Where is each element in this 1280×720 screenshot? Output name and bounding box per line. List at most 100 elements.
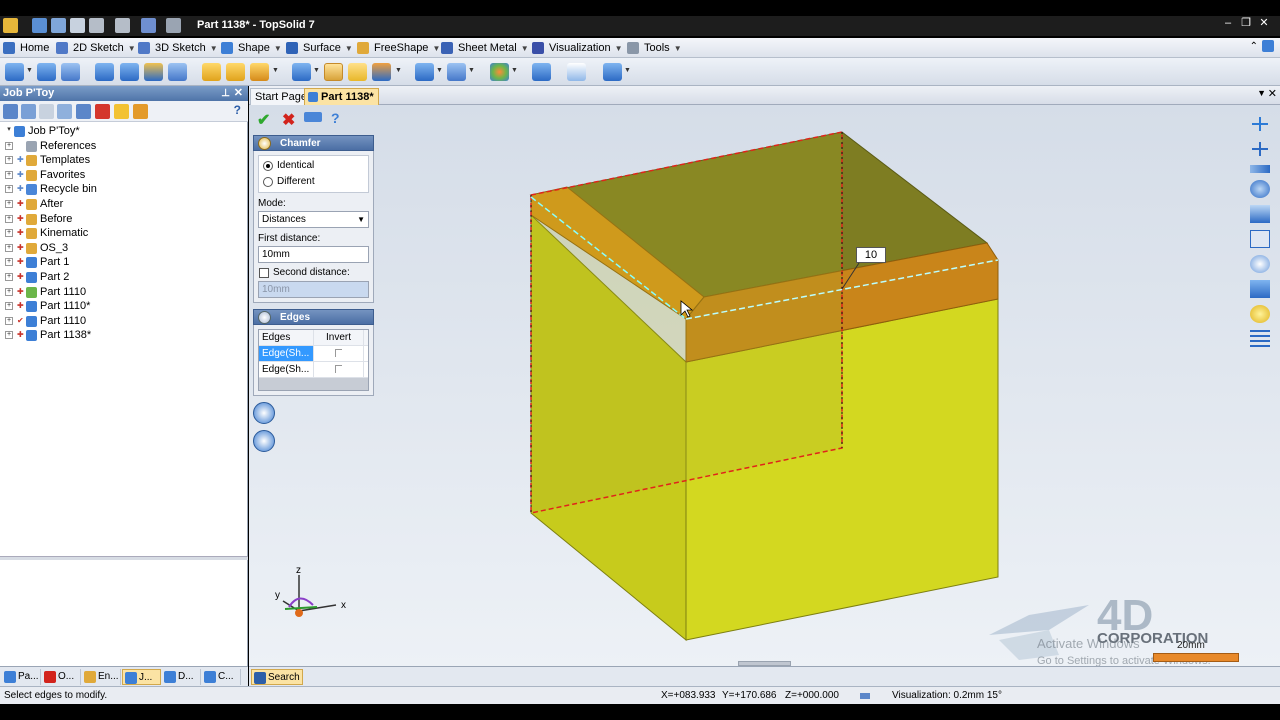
collapse-icon[interactable]: ▾	[5, 126, 13, 135]
chevron-down-icon[interactable]: ▼	[436, 67, 443, 74]
tree-item[interactable]: + ✚ After	[0, 197, 246, 212]
expand-icon[interactable]: +	[5, 331, 13, 340]
zoom-icon[interactable]	[1250, 255, 1270, 273]
menu-surface[interactable]: Surface ▼	[283, 40, 357, 56]
zoom-fit-icon[interactable]	[1250, 230, 1270, 248]
chamfer-header[interactable]: Chamfer	[253, 135, 374, 151]
expand-icon[interactable]: +	[5, 258, 13, 267]
tree-item[interactable]: + ✚ Part 1138*	[0, 328, 246, 343]
ok-icon[interactable]: ✔	[257, 110, 270, 130]
invert-checkbox[interactable]	[335, 349, 342, 357]
chamfer-tool-icon[interactable]	[226, 63, 245, 81]
chamfer-active-icon[interactable]	[324, 63, 343, 81]
tree-item[interactable]: + ✚ Recycle bin	[0, 182, 246, 197]
chevron-down-icon[interactable]: ▼	[395, 67, 402, 74]
panel-tab[interactable]: D...	[162, 669, 201, 685]
chevron-down-icon[interactable]: ▼	[615, 41, 623, 57]
block-icon[interactable]	[5, 63, 24, 81]
boolean-icon[interactable]	[95, 63, 114, 81]
menu-shape[interactable]: Shape ▼	[218, 40, 286, 56]
tree-item[interactable]: + ✚ OS_3	[0, 241, 246, 256]
cut-icon[interactable]	[144, 63, 163, 81]
crosshair-icon[interactable]	[1250, 115, 1270, 133]
app-icon[interactable]	[3, 18, 18, 33]
expand-icon[interactable]	[21, 104, 36, 119]
expand-icon[interactable]: +	[5, 185, 13, 194]
expand-icon[interactable]: +	[5, 170, 13, 179]
close-icon[interactable]: ✕	[234, 86, 243, 101]
color-icon[interactable]	[490, 63, 509, 81]
panel-tab[interactable]: C...	[202, 669, 241, 685]
dimension-label[interactable]: 10	[856, 247, 886, 263]
tree-item[interactable]: + ✚ Favorites	[0, 168, 246, 183]
warning-icon[interactable]	[114, 104, 129, 119]
menu-tools[interactable]: Tools ▼	[624, 40, 686, 56]
table-row[interactable]: Edge(Sh...	[259, 346, 368, 362]
first-distance-field[interactable]: 10mm	[258, 246, 369, 263]
tab-part-1138[interactable]: Part 1138*	[304, 88, 379, 105]
expand-icon[interactable]: +	[5, 287, 13, 296]
help-icon[interactable]: ?	[331, 110, 340, 126]
draft-icon[interactable]	[250, 63, 269, 81]
invert-cell[interactable]	[314, 346, 364, 361]
sort-icon[interactable]	[57, 104, 72, 119]
invert-cell[interactable]	[314, 362, 364, 377]
extrude-icon[interactable]	[37, 63, 56, 81]
tree-item[interactable]: + ✚ Kinematic	[0, 226, 246, 241]
undo-icon[interactable]	[89, 18, 104, 33]
tree-item[interactable]: + ✚ Part 1110	[0, 285, 246, 300]
section-view-icon[interactable]	[1250, 205, 1270, 223]
print-icon[interactable]	[70, 18, 85, 33]
redo-icon[interactable]	[115, 18, 130, 33]
expand-icon[interactable]: +	[5, 141, 13, 150]
panel-tab[interactable]: En...	[82, 669, 121, 685]
ribbon-collapse-icon[interactable]: ⌃	[1250, 41, 1258, 52]
menu-3d-sketch[interactable]: 3D Sketch ▼	[135, 40, 222, 56]
pattern-icon[interactable]	[447, 63, 466, 81]
tree-item[interactable]: + ✚ Part 2	[0, 270, 246, 285]
edge-cell[interactable]: Edge(Sh...	[259, 362, 314, 377]
chevron-down-icon[interactable]: ▼	[521, 41, 529, 57]
3d-viewport[interactable]: 10 ✔ ✖ ? Chamfer Identical Different Mod…	[249, 105, 1280, 666]
chevron-down-icon[interactable]: ▼	[274, 41, 282, 57]
panel-splitter[interactable]	[0, 556, 248, 560]
horizontal-scroll-handle[interactable]	[738, 661, 791, 666]
tab-list-icon[interactable]: ▼	[1257, 88, 1266, 98]
pen-icon[interactable]	[141, 18, 156, 33]
close-icon[interactable]: ✕	[1268, 87, 1277, 100]
axis-icon[interactable]	[1250, 140, 1270, 158]
material-icon[interactable]	[567, 63, 586, 81]
add-icon[interactable]	[253, 402, 275, 424]
light-icon[interactable]	[1250, 305, 1270, 323]
search-tab[interactable]: Search	[251, 669, 303, 685]
flag-icon[interactable]	[95, 104, 110, 119]
invert-checkbox[interactable]	[335, 365, 342, 373]
help-icon[interactable]	[1262, 40, 1274, 52]
cancel-icon[interactable]: ✖	[282, 110, 295, 130]
refresh-icon[interactable]	[166, 18, 181, 33]
help-icon[interactable]: ?	[234, 103, 241, 117]
mode-select[interactable]: Distances ▼	[258, 211, 369, 228]
shell-icon[interactable]	[168, 63, 187, 81]
menu-freeshape[interactable]: FreeShape ▼	[354, 40, 444, 56]
radio-identical[interactable]	[263, 161, 273, 171]
options-gear-icon[interactable]	[253, 430, 275, 452]
chevron-down-icon[interactable]: ▼	[313, 67, 320, 74]
edges-header[interactable]: Edges	[253, 309, 374, 325]
repetition-icon[interactable]	[415, 63, 434, 81]
tree-item[interactable]: + ✔ Part 1110	[0, 314, 246, 329]
chevron-down-icon[interactable]: ▼	[210, 41, 218, 57]
chevron-down-icon[interactable]: ▼	[674, 41, 682, 57]
move-icon[interactable]	[133, 104, 148, 119]
tree-item[interactable]: + ✚ Before	[0, 212, 246, 227]
panel-tab[interactable]: Pa...	[2, 669, 41, 685]
chevron-down-icon[interactable]: ▼	[26, 67, 33, 74]
edge-cell[interactable]: Edge(Sh...	[259, 346, 314, 361]
thicken-icon[interactable]	[348, 63, 367, 81]
expand-icon[interactable]: +	[5, 272, 13, 281]
tab-start-page[interactable]: Start Page	[250, 88, 312, 105]
close-button[interactable]: ✕	[1258, 17, 1270, 29]
expand-icon[interactable]: +	[5, 156, 13, 165]
save-all-icon[interactable]	[51, 18, 66, 33]
face-icon[interactable]	[292, 63, 311, 81]
